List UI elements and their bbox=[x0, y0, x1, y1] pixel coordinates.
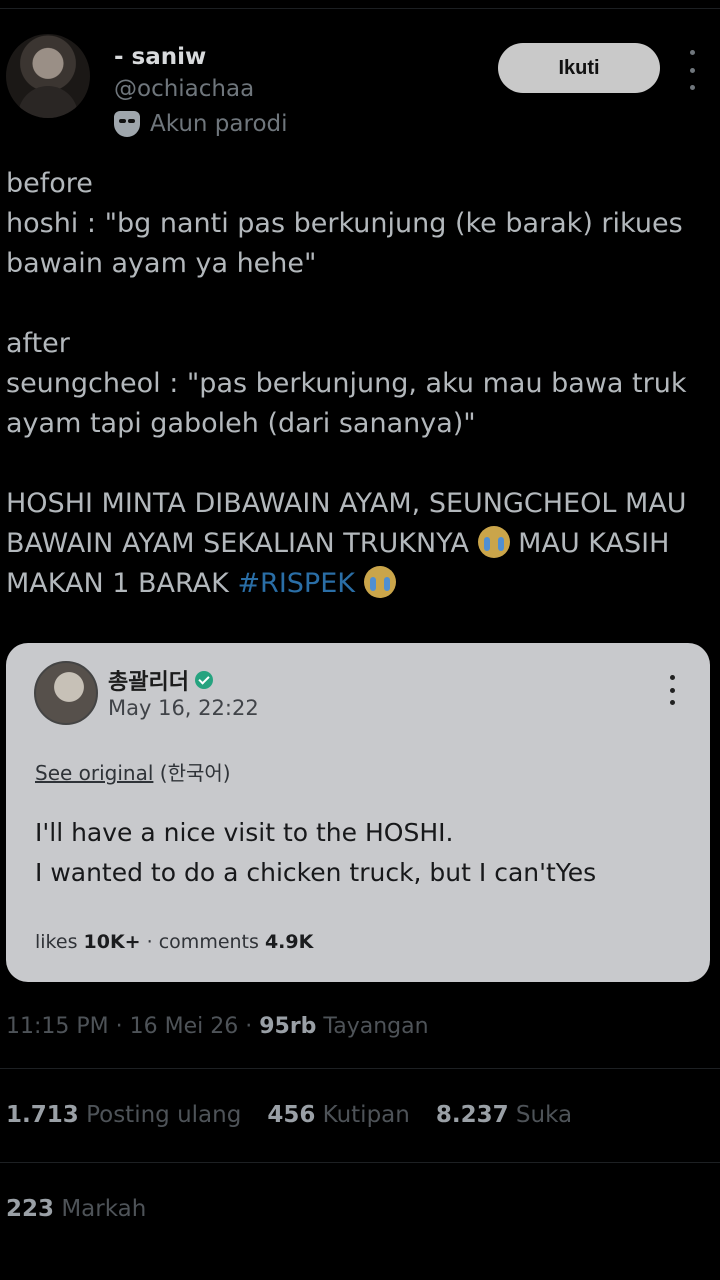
likes-label: likes bbox=[35, 931, 84, 953]
bookmarks-stat[interactable]: 223 Markah bbox=[6, 1196, 146, 1222]
crying-emoji-icon bbox=[363, 566, 396, 598]
quotes-stat[interactable]: 456 Kutipan bbox=[267, 1102, 410, 1128]
tweet-line: after bbox=[6, 328, 70, 359]
views-label: Tayangan bbox=[316, 1014, 429, 1039]
tweet-line: hoshi : "bg nanti pas berkunjung (ke bar… bbox=[6, 208, 692, 279]
parody-label: Akun parodi bbox=[114, 111, 288, 137]
tweet-body: before hoshi : "bg nanti pas berkunjung … bbox=[6, 164, 712, 604]
bookmarks-label: Markah bbox=[54, 1196, 147, 1222]
see-original: See original (한국어) bbox=[35, 757, 231, 786]
original-language: (한국어) bbox=[153, 761, 231, 785]
quoted-name-text: 총괄리더 bbox=[108, 670, 189, 695]
likes-label: Suka bbox=[508, 1102, 573, 1128]
quotes-label: Kutipan bbox=[315, 1102, 410, 1128]
top-divider bbox=[0, 8, 720, 9]
quoted-date: May 16, 22:22 bbox=[108, 696, 259, 720]
parody-text: Akun parodi bbox=[150, 111, 288, 137]
quoted-line: I'll have a nice visit to the HOSHI. bbox=[35, 818, 454, 847]
author-avatar[interactable] bbox=[6, 34, 90, 118]
quoted-avatar[interactable] bbox=[34, 661, 98, 725]
hashtag-link[interactable]: #RISPEK bbox=[237, 568, 355, 599]
likes-count: 10K+ bbox=[83, 931, 141, 953]
author-display-name[interactable]: - saniw bbox=[114, 44, 206, 70]
quoted-text: I'll have a nice visit to the HOSHI. I w… bbox=[35, 813, 596, 893]
bookmarks-count: 223 bbox=[6, 1196, 55, 1222]
reposts-label: Posting ulang bbox=[78, 1102, 242, 1128]
comments-count: 4.9K bbox=[264, 931, 314, 953]
reposts-stat[interactable]: 1.713 Posting ulang bbox=[6, 1102, 241, 1128]
views-count: 95rb bbox=[259, 1014, 317, 1039]
divider bbox=[0, 1068, 720, 1069]
likes-stat[interactable]: 8.237 Suka bbox=[436, 1102, 572, 1128]
tweet-timestamp[interactable]: 11:15 PM · 16 Mei 26 · bbox=[6, 1014, 259, 1039]
parody-mask-icon bbox=[114, 111, 140, 137]
see-original-link[interactable]: See original bbox=[35, 761, 153, 785]
more-options-icon[interactable] bbox=[684, 50, 700, 90]
follow-button[interactable]: Ikuti bbox=[498, 43, 660, 93]
reposts-count: 1.713 bbox=[6, 1102, 79, 1128]
tweet-line: before bbox=[6, 168, 93, 199]
verified-badge-icon bbox=[194, 671, 213, 689]
quoted-name[interactable]: 총괄리더 bbox=[108, 664, 213, 696]
tweet-line: seungcheol : "pas berkunjung, aku mau ba… bbox=[6, 368, 696, 439]
engagement-stats: 1.713 Posting ulang 456 Kutipan 8.237 Su… bbox=[6, 1102, 572, 1128]
quoted-line: I wanted to do a chicken truck, but I ca… bbox=[35, 858, 597, 887]
comments-label: comments bbox=[158, 931, 265, 953]
tweet-meta: 11:15 PM · 16 Mei 26 · 95rb Tayangan bbox=[6, 1014, 429, 1039]
likes-count: 8.237 bbox=[435, 1102, 509, 1128]
separator: · bbox=[140, 931, 159, 953]
author-handle[interactable]: @ochiachaa bbox=[114, 76, 254, 102]
quoted-card[interactable]: 총괄리더 May 16, 22:22 See original (한국어) I'… bbox=[6, 643, 710, 982]
quoted-more-icon[interactable] bbox=[668, 675, 676, 705]
quoted-stats: likes 10K+ · comments 4.9K bbox=[35, 931, 313, 953]
crying-emoji-icon bbox=[477, 526, 510, 558]
divider bbox=[0, 1162, 720, 1163]
quotes-count: 456 bbox=[267, 1102, 316, 1128]
